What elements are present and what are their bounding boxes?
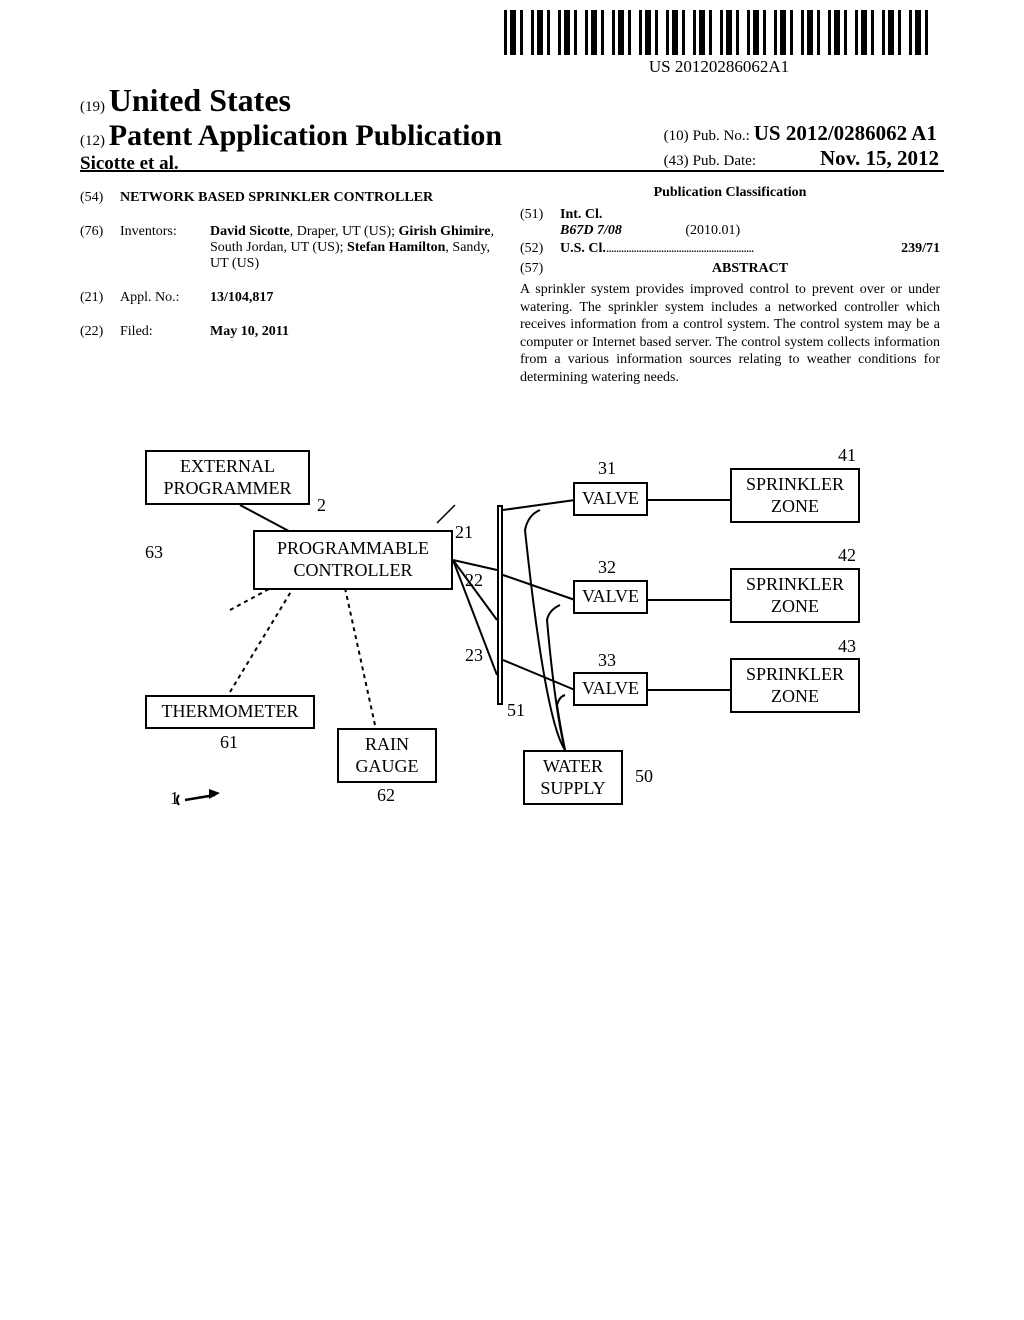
label-63: 63: [145, 542, 163, 563]
label-21: 21: [455, 522, 473, 543]
barcode-text: US 20120286062A1: [504, 57, 934, 77]
int-cl-class: B67D 7/08: [560, 223, 622, 238]
pub-type-code: (12): [80, 133, 105, 149]
us-cl-value: 239/71: [901, 241, 940, 257]
int-cl-version: (2010.01): [685, 223, 740, 238]
label-62: 62: [377, 785, 395, 806]
left-column: (54) NETWORK BASED SPRINKLER CONTROLLER …: [80, 190, 500, 358]
abstract-header-row: (57) ABSTRACT: [520, 261, 940, 277]
appl-no-code: (21): [80, 290, 120, 306]
appl-no-value: 13/104,817: [210, 290, 500, 306]
filed-code: (22): [80, 324, 120, 340]
box-zone-2: SPRINKLER ZONE: [730, 568, 860, 623]
inventors-value: David Sicotte, Draper, UT (US); Girish G…: [210, 224, 500, 272]
filed-row: (22) Filed: May 10, 2011: [80, 324, 500, 340]
box-valve-2: VALVE: [573, 580, 648, 614]
box-valve-3: VALVE: [573, 672, 648, 706]
box-external-programmer: EXTERNAL PROGRAMMER: [145, 450, 310, 505]
label-31: 31: [598, 458, 616, 479]
pub-type: Patent Application Publication: [109, 119, 502, 152]
box-water-supply: WATER SUPPLY: [523, 750, 623, 805]
box-programmable-controller: PROGRAMMABLE CONTROLLER: [253, 530, 453, 590]
divider-line: [80, 170, 944, 172]
abstract-body: A sprinkler system provides improved con…: [520, 281, 940, 386]
inventors-code: (76): [80, 224, 120, 240]
inventors-row: (76) Inventors: David Sicotte, Draper, U…: [80, 224, 500, 272]
label-50: 50: [635, 766, 653, 787]
label-33: 33: [598, 650, 616, 671]
pub-date: Nov. 15, 2012: [820, 146, 939, 170]
pub-date-label: Pub. Date:: [693, 153, 756, 169]
label-51: 51: [507, 700, 525, 721]
pub-num-code: (10): [664, 128, 689, 144]
label-2: 2: [317, 495, 326, 516]
pub-num: US 2012/0286062 A1: [754, 121, 937, 145]
country-code: (19): [80, 99, 105, 115]
appl-no-row: (21) Appl. No.: 13/104,817: [80, 290, 500, 306]
pub-date-code: (43): [664, 153, 689, 169]
us-cl-row: (52) U.S. Cl. ..........................…: [520, 241, 940, 257]
label-61: 61: [220, 732, 238, 753]
filed-label: Filed:: [120, 324, 210, 340]
label-1: 1: [170, 788, 179, 809]
header-left: (19) United States (12) Patent Applicati…: [80, 82, 502, 175]
abstract-heading: ABSTRACT: [560, 261, 940, 277]
controller-output-rail: [497, 505, 505, 705]
us-cl-dots: ........................................…: [606, 241, 901, 257]
classification-heading: Publication Classification: [520, 185, 940, 201]
label-23: 23: [465, 645, 483, 666]
label-42: 42: [838, 545, 856, 566]
appl-no-label: Appl. No.:: [120, 290, 210, 306]
box-zone-1: SPRINKLER ZONE: [730, 468, 860, 523]
header-right: (10) Pub. No.: US 2012/0286062 A1 (43) P…: [664, 121, 939, 171]
label-41: 41: [838, 445, 856, 466]
label-43: 43: [838, 636, 856, 657]
int-cl-label: Int. Cl.: [560, 207, 940, 223]
box-thermometer: THERMOMETER: [145, 695, 315, 729]
barcode-graphic: [504, 10, 934, 55]
box-zone-3: SPRINKLER ZONE: [730, 658, 860, 713]
int-cl-code: (51): [520, 207, 560, 223]
box-rain-gauge: RAIN GAUGE: [337, 728, 437, 783]
box-valve-1: VALVE: [573, 482, 648, 516]
title-row: (54) NETWORK BASED SPRINKLER CONTROLLER: [80, 190, 500, 206]
inventors-label: Inventors:: [120, 224, 210, 240]
label-22: 22: [465, 570, 483, 591]
title-text: NETWORK BASED SPRINKLER CONTROLLER: [120, 190, 500, 206]
right-column: Publication Classification (51) Int. Cl.…: [520, 185, 940, 386]
pub-num-label: Pub. No.:: [693, 128, 750, 144]
us-cl-code: (52): [520, 241, 560, 257]
label-32: 32: [598, 557, 616, 578]
abstract-code: (57): [520, 261, 560, 277]
barcode-section: US 20120286062A1: [504, 10, 934, 77]
title-code: (54): [80, 190, 120, 206]
diagram: EXTERNAL PROGRAMMER PROGRAMMABLE CONTROL…: [145, 450, 885, 890]
int-cl-row: (51) Int. Cl. B67D 7/08 (2010.01): [520, 207, 940, 239]
filed-value: May 10, 2011: [210, 324, 500, 340]
us-cl-label: U.S. Cl.: [560, 241, 606, 257]
country-name: United States: [109, 82, 291, 118]
